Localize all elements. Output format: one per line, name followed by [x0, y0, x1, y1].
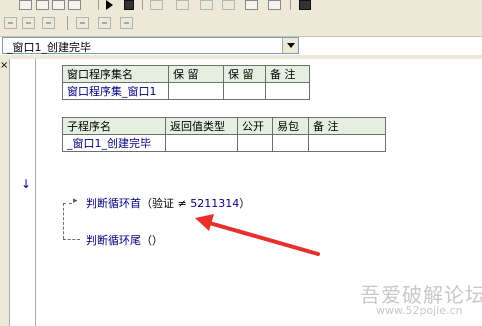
table-header-cell: 返回值类型 — [165, 117, 238, 135]
side-panel: × — [0, 59, 10, 326]
table-header-cell: 窗口程序集名 — [62, 65, 169, 83]
subroutine-table: 子程序名 返回值类型 公开 易包 备 注 _窗口1_创建完毕 — [62, 117, 386, 152]
current-line-arrow-icon: ↓ — [21, 177, 32, 191]
table-header-cell: 保 留 — [168, 65, 224, 83]
toolbar-align — [0, 10, 482, 37]
watch-icon[interactable] — [268, 0, 281, 10]
loop-connector — [63, 203, 72, 204]
table-header-row: 窗口程序集名 保 留 保 留 备 注 — [62, 65, 310, 83]
table-cell[interactable] — [223, 82, 266, 100]
step-out-icon[interactable] — [200, 0, 213, 10]
toolbar-separator — [290, 0, 291, 10]
loop-connector — [63, 203, 64, 239]
table-cell[interactable] — [272, 134, 309, 152]
loop-start-keyword: 判断循环首 — [86, 197, 141, 210]
program-set-table: 窗口程序集名 保 留 保 留 备 注 窗口程序集_窗口1 — [62, 65, 310, 100]
table-cell[interactable]: 窗口程序集_窗口1 — [62, 82, 169, 100]
run-icon[interactable] — [106, 0, 113, 10]
chevron-down-icon[interactable] — [282, 38, 298, 53]
loop-condition: （验证 ≠ — [141, 197, 191, 210]
toolbar-separator — [142, 0, 143, 10]
step-into-icon[interactable] — [150, 0, 163, 10]
toolbar-separator — [67, 16, 68, 30]
align-top-icon[interactable] — [42, 17, 55, 29]
loop-end-keyword: 判断循环尾 — [86, 234, 141, 247]
table-header-cell: 备 注 — [308, 117, 386, 135]
align-center-icon[interactable] — [22, 17, 35, 29]
tool-icon[interactable] — [299, 0, 311, 10]
annotation-arrow-shaft — [204, 220, 320, 256]
toolbar-button[interactable] — [36, 0, 49, 10]
table-header-cell: 公开 — [237, 117, 273, 135]
toolbar-button[interactable] — [68, 0, 81, 10]
table-header-cell: 备 注 — [265, 65, 310, 83]
subroutine-select-value: _窗口1_创建完毕 — [7, 41, 91, 54]
table-row[interactable]: _窗口1_创建完毕 — [62, 134, 386, 152]
editor-gutter — [10, 59, 36, 326]
table-header-cell: 子程序名 — [62, 117, 166, 135]
annotation-arrow-icon — [195, 214, 320, 256]
breakpoint-icon[interactable] — [245, 0, 258, 10]
table-row[interactable]: 窗口程序集_窗口1 — [62, 82, 310, 100]
toolbar-strip — [0, 55, 482, 59]
annotation-arrow-head — [195, 214, 214, 231]
stop-icon[interactable] — [124, 0, 134, 10]
table-cell[interactable] — [237, 134, 273, 152]
watermark-url: www.52pojie.cn — [376, 304, 463, 317]
loop-end-args: （） — [141, 234, 163, 247]
close-icon[interactable]: × — [0, 61, 8, 71]
step-over-icon[interactable] — [176, 0, 189, 10]
toolbar-button[interactable] — [52, 0, 65, 10]
table-cell[interactable]: _窗口1_创建完毕 — [62, 134, 166, 152]
table-cell[interactable] — [165, 134, 238, 152]
table-cell[interactable] — [265, 82, 310, 100]
table-header-cell: 保 留 — [223, 65, 266, 83]
same-size-icon[interactable] — [120, 17, 133, 29]
code-line-loop-end[interactable]: 判断循环尾（） — [86, 232, 163, 248]
same-height-icon[interactable] — [98, 17, 111, 29]
align-left-icon[interactable] — [4, 17, 17, 29]
table-header-cell: 易包 — [272, 117, 309, 135]
table-header-row: 子程序名 返回值类型 公开 易包 备 注 — [62, 117, 386, 135]
loop-connector — [63, 239, 80, 240]
table-cell[interactable] — [308, 134, 386, 152]
toolbar-separator — [98, 0, 99, 10]
table-cell[interactable] — [168, 82, 224, 100]
loop-arrow-icon: ▸ — [73, 196, 78, 206]
subroutine-select[interactable]: _窗口1_创建完毕 — [2, 37, 299, 54]
same-width-icon[interactable] — [76, 17, 89, 29]
toolbar-button[interactable] — [19, 0, 32, 10]
run-to-cursor-icon[interactable] — [222, 0, 235, 10]
